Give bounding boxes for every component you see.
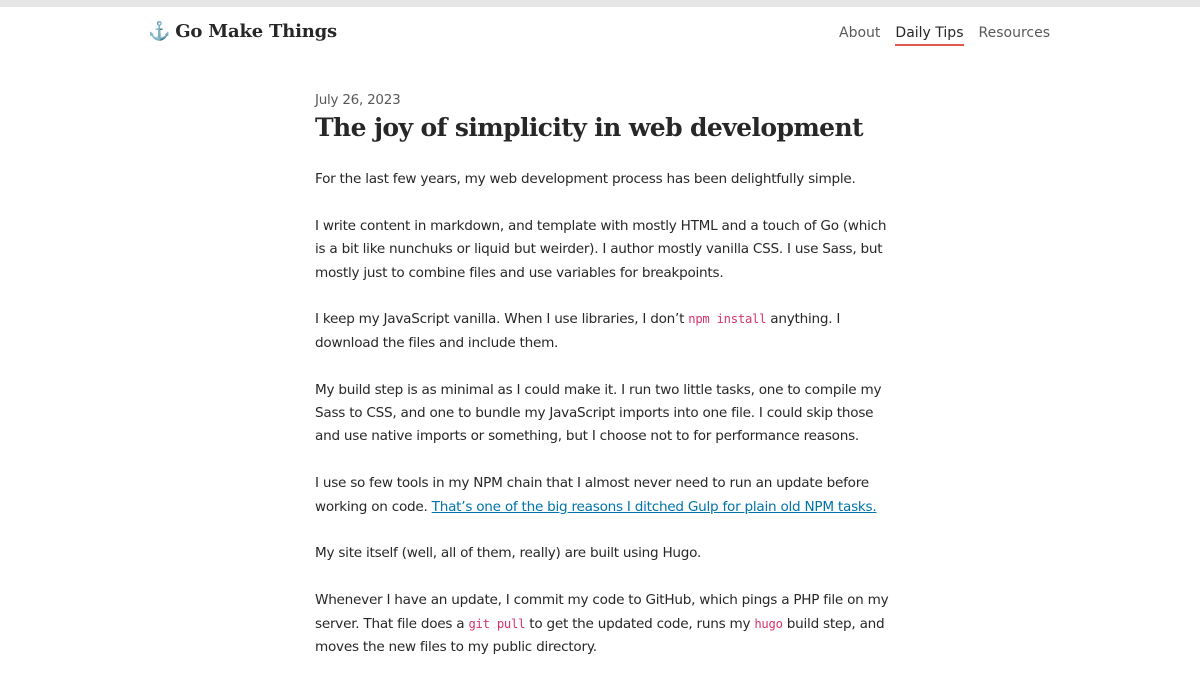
- paragraph-3: I keep my JavaScript vanilla. When I use…: [315, 308, 890, 355]
- main-nav: About Daily Tips Resources: [839, 25, 1050, 46]
- paragraph-2: I write content in markdown, and templat…: [315, 217, 887, 281]
- nav-item-about[interactable]: About: [839, 25, 880, 46]
- nav-item-daily-tips[interactable]: Daily Tips: [895, 25, 964, 46]
- site-logo-link[interactable]: ⚓ Go Make Things: [148, 21, 337, 42]
- site-header: ⚓ Go Make Things About Daily Tips Resourc…: [0, 7, 1200, 67]
- gulp-article-link[interactable]: That’s one of the big reasons I ditched …: [432, 499, 877, 515]
- paragraph-7-text-b: to get the updated code, runs my: [525, 615, 755, 632]
- paragraph-7: Whenever I have an update, I commit my c…: [315, 589, 890, 659]
- code-git-pull: git pull: [468, 616, 526, 631]
- paragraph-3-text-a: I keep my JavaScript vanilla. When I use…: [315, 311, 689, 328]
- article-title: The joy of simplicity in web development: [315, 113, 864, 142]
- site-logo-text: Go Make Things: [175, 21, 337, 42]
- paragraph-6: My site itself (well, all of them, reall…: [315, 545, 702, 562]
- article: July 26, 2023 The joy of simplicity in w…: [315, 90, 890, 683]
- paragraph-1: For the last few years, my web developme…: [315, 171, 856, 187]
- article-date: July 26, 2023: [315, 92, 401, 108]
- top-bar: [0, 0, 1200, 7]
- anchor-icon: ⚓: [148, 21, 171, 42]
- nav-item-resources[interactable]: Resources: [979, 25, 1051, 46]
- paragraph-4: My build step is as minimal as I could m…: [315, 381, 882, 445]
- code-npm-install: npm install: [688, 312, 767, 327]
- paragraph-5: I use so few tools in my NPM chain that …: [315, 472, 890, 519]
- code-hugo: hugo: [754, 616, 783, 631]
